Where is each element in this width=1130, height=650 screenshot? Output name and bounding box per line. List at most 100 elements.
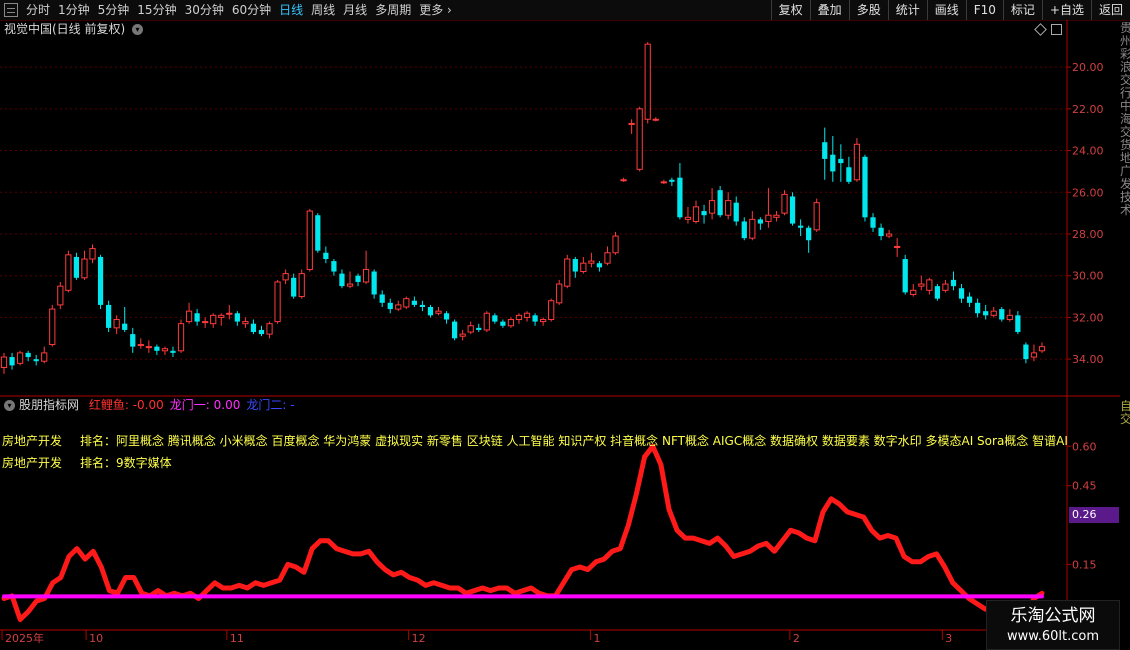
indicator-series-0 xyxy=(1,443,1045,622)
candle-body xyxy=(708,200,716,214)
candle-body xyxy=(853,143,861,181)
sidebar-stock-list[interactable]: 贵州彩浪交行中海交货地广发技术 xyxy=(1120,22,1130,397)
candle-body xyxy=(999,309,1005,320)
candle-body xyxy=(298,273,305,298)
candle-body xyxy=(242,321,249,325)
candle-body xyxy=(339,273,345,287)
indicator-legend: 红鲤鱼: -0.00 龙门一: 0.00 龙门二: - xyxy=(83,398,295,412)
candle-body xyxy=(966,296,973,303)
candle-body xyxy=(331,261,337,272)
candle-body xyxy=(371,271,377,295)
candle-body xyxy=(1038,346,1046,352)
candle-body xyxy=(379,294,385,303)
candle-body xyxy=(838,158,844,164)
x-tick-label: 12 xyxy=(412,632,426,645)
candle-body xyxy=(934,286,941,299)
x-tick-label: 2 xyxy=(793,632,800,645)
candle-body xyxy=(105,304,112,328)
candle-body xyxy=(218,314,225,318)
y-tick-label: 32.00 xyxy=(1072,311,1104,324)
candle-body xyxy=(773,214,780,218)
candle-body xyxy=(652,118,659,121)
candle-body xyxy=(130,334,136,347)
candle-body xyxy=(870,217,876,228)
candle-body xyxy=(830,154,836,172)
candle-body xyxy=(717,190,723,216)
candle-body xyxy=(677,177,683,218)
candle-body xyxy=(918,283,925,287)
candle-body xyxy=(692,206,700,222)
candle-body xyxy=(145,346,152,349)
candle-body xyxy=(315,215,321,251)
candle-body xyxy=(926,279,933,291)
candle-body xyxy=(49,308,56,346)
watermark-logo: 乐淘公式网 www.60lt.com xyxy=(986,600,1120,650)
candle-body xyxy=(540,319,547,323)
candle-body xyxy=(636,108,643,170)
y-tick-label: 20.00 xyxy=(1072,61,1104,74)
candle-body xyxy=(523,312,531,318)
candle-body xyxy=(660,181,667,184)
candle-body xyxy=(0,356,8,368)
candle-body xyxy=(749,218,756,239)
legend-item-0: 红鲤鱼: -0.00 xyxy=(88,398,164,412)
candle-body xyxy=(612,235,619,254)
candle-body xyxy=(266,323,273,335)
x-tick-label: 2025年 xyxy=(5,631,44,645)
indicator-tick-label: 0.60 xyxy=(1072,440,1097,453)
watermark-line1: 乐淘公式网 xyxy=(1010,606,1096,626)
concept-list: 9数字媒体 xyxy=(116,456,172,470)
candle-body xyxy=(1023,344,1029,360)
candle-body xyxy=(781,193,788,214)
sidebar-lower[interactable]: 自交 xyxy=(1120,400,1130,640)
candle-body xyxy=(797,225,804,228)
candle-body xyxy=(548,300,555,321)
candle-body xyxy=(346,283,354,287)
y-tick-label: 30.00 xyxy=(1072,270,1104,283)
candle-body xyxy=(122,323,128,330)
kline-chart[interactable]: 34.00 32.00 30.00 28.00 26.00 24.00 22.00 20.00… xyxy=(0,0,1130,650)
candle-body xyxy=(500,321,506,326)
candle-body xyxy=(355,275,361,282)
candle-body xyxy=(741,221,747,239)
candle-body xyxy=(894,246,901,249)
chevron-down-icon[interactable]: ▾ xyxy=(4,400,15,411)
x-tick-label: 3 xyxy=(945,632,952,645)
indicator-name: 股朋指标网 xyxy=(19,398,80,412)
candle-body xyxy=(57,285,64,306)
candle-body xyxy=(628,122,635,125)
candle-body xyxy=(451,321,458,339)
candle-body xyxy=(427,306,434,316)
candle-body xyxy=(323,252,329,260)
candle-body xyxy=(467,325,474,333)
candle-body xyxy=(483,312,490,331)
x-tick-label: 10 xyxy=(89,632,103,645)
candle-body xyxy=(16,352,24,364)
candle-body xyxy=(878,227,884,237)
candle-body xyxy=(806,227,812,241)
sector-name: 房地产开发 xyxy=(2,434,63,448)
candle-body xyxy=(161,348,169,352)
candle-body xyxy=(443,313,450,320)
candle-body xyxy=(556,283,563,304)
candle-body xyxy=(25,352,31,358)
candle-body xyxy=(910,289,917,295)
candle-body xyxy=(644,43,651,120)
candle-body xyxy=(572,259,578,272)
candle-body xyxy=(185,310,193,323)
rank-label: 排名： xyxy=(80,434,117,448)
candle-body xyxy=(862,156,868,218)
candle-body xyxy=(226,312,233,315)
candle-body xyxy=(33,359,39,362)
y-tick-label: 34.00 xyxy=(1072,353,1104,366)
rank-label: 排名： xyxy=(80,456,117,470)
candle-body xyxy=(234,313,240,322)
candle-body xyxy=(886,233,893,237)
candle-body xyxy=(701,211,707,216)
candle-body xyxy=(596,263,603,268)
candle-body xyxy=(387,302,393,310)
watermark-line2: www.60lt.com xyxy=(1007,629,1099,644)
candle-body xyxy=(958,288,965,299)
candle-body xyxy=(65,254,72,291)
candle-body xyxy=(990,310,997,316)
